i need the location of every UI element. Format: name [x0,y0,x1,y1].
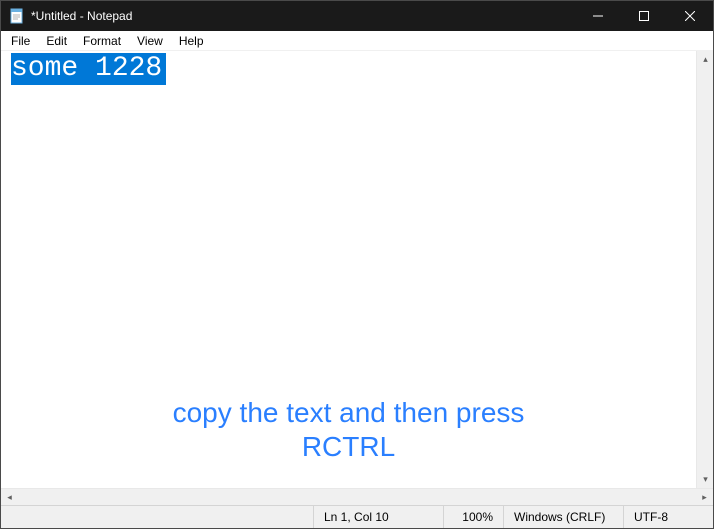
status-line-ending: Windows (CRLF) [503,506,623,528]
vertical-scrollbar[interactable]: ▴ ▾ [696,51,713,488]
menu-bar: File Edit Format View Help [1,31,713,51]
selected-text[interactable]: some 1228 [11,53,166,85]
status-encoding: UTF-8 [623,506,713,528]
scroll-right-arrow-icon[interactable]: ▸ [696,489,713,506]
status-cursor-position: Ln 1, Col 10 [313,506,443,528]
notepad-icon [9,8,25,24]
maximize-button[interactable] [621,1,667,31]
title-bar[interactable]: *Untitled - Notepad [1,1,713,31]
horizontal-scroll-track[interactable] [18,489,696,505]
menu-format[interactable]: Format [75,32,129,50]
menu-help[interactable]: Help [171,32,212,50]
menu-file[interactable]: File [3,32,38,50]
close-button[interactable] [667,1,713,31]
instruction-overlay: copy the text and then press RCTRL [1,396,696,464]
scroll-up-arrow-icon[interactable]: ▴ [697,51,714,68]
minimize-button[interactable] [575,1,621,31]
status-zoom: 100% [443,506,503,528]
menu-view[interactable]: View [129,32,171,50]
instruction-line-1: copy the text and then press [1,396,696,430]
text-editor[interactable]: some 1228 copy the text and then press R… [1,51,696,488]
horizontal-scrollbar[interactable]: ◂ ▸ [1,488,713,505]
editor-area: some 1228 copy the text and then press R… [1,51,713,488]
scroll-left-arrow-icon[interactable]: ◂ [1,489,18,506]
status-spacer [1,506,313,528]
instruction-line-2: RCTRL [1,430,696,464]
scroll-down-arrow-icon[interactable]: ▾ [697,471,714,488]
window-title: *Untitled - Notepad [31,9,132,23]
status-bar: Ln 1, Col 10 100% Windows (CRLF) UTF-8 [1,505,713,528]
menu-edit[interactable]: Edit [38,32,75,50]
